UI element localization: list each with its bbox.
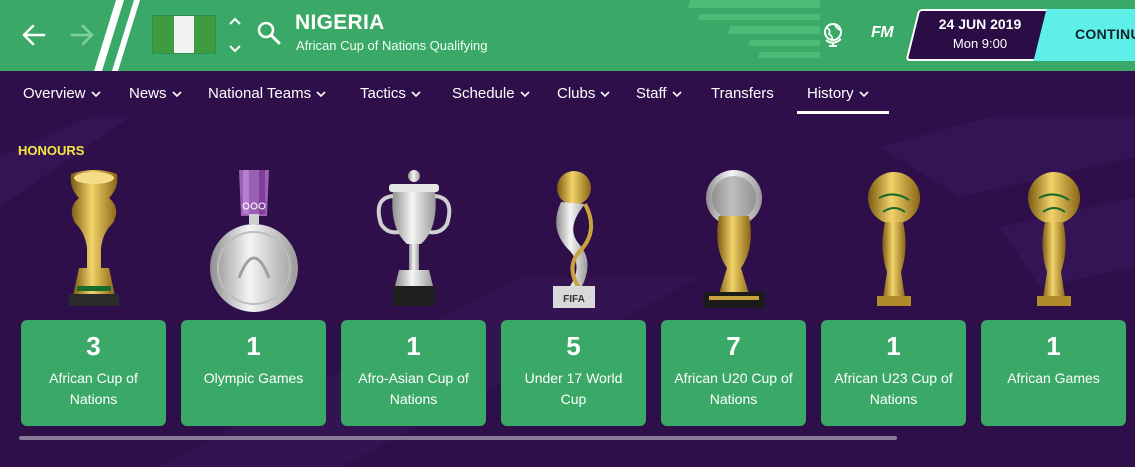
team-name: NIGERIA — [295, 11, 385, 34]
horizontal-scrollbar[interactable] — [19, 436, 897, 440]
chevron-down-icon — [411, 90, 421, 97]
game-date[interactable]: 24 JUN 2019 Mon 9:00 — [912, 16, 1048, 51]
honour-label: Olympic Games — [203, 370, 304, 386]
tab-label: Transfers — [711, 85, 774, 102]
fifa-u17-trophy-icon: FIFA — [553, 171, 595, 308]
honour-card-african-u23-cup[interactable]: 1 African U23 Cup of Nations — [821, 320, 966, 426]
honour-card-olympic-games[interactable]: 1 Olympic Games — [181, 320, 326, 426]
honour-count: 5 — [566, 331, 581, 361]
honour-count: 1 — [406, 331, 421, 361]
nigeria-flag — [152, 15, 216, 54]
tab-label: Clubs — [557, 85, 596, 102]
tab-label: Tactics — [360, 85, 406, 102]
tab-clubs[interactable]: Clubs — [557, 85, 610, 102]
competition-name[interactable]: African Cup of Nations Qualifying — [296, 38, 487, 53]
date-label: 24 JUN 2019 — [938, 16, 1022, 32]
honour-label: African Games — [1007, 370, 1100, 386]
honour-label: Under 17 World Cup — [524, 370, 623, 407]
chevron-down-icon — [859, 90, 869, 97]
african-games-trophy-icon — [1028, 172, 1080, 306]
honour-label: African Cup of Nations — [49, 370, 138, 407]
forward-arrow-icon[interactable] — [66, 18, 100, 52]
header-right-decoration — [688, 0, 820, 58]
honours-title: HONOURS — [18, 143, 85, 158]
tab-transfers[interactable]: Transfers — [711, 85, 774, 102]
active-tab-indicator — [797, 111, 889, 114]
tab-label: Overview — [23, 85, 86, 102]
tab-schedule[interactable]: Schedule — [452, 85, 530, 102]
honour-count: 1 — [1046, 331, 1061, 361]
honour-card-under-17-world-cup[interactable]: 5 Under 17 World Cup — [501, 320, 646, 426]
honour-count: 1 — [246, 331, 261, 361]
tab-label: History — [807, 85, 854, 102]
tab-overview[interactable]: Overview — [23, 85, 101, 102]
tab-label: Schedule — [452, 85, 515, 102]
honour-count: 1 — [886, 331, 901, 361]
honour-label: African U20 Cup of Nations — [674, 370, 793, 407]
fm-logo[interactable]: FM — [871, 24, 894, 42]
svg-text:FIFA: FIFA — [563, 294, 585, 305]
honour-label: Afro-Asian Cup of Nations — [358, 370, 469, 407]
chevron-down-icon — [90, 90, 101, 97]
chevron-down-icon — [316, 90, 326, 97]
honour-card-african-games[interactable]: 1 African Games — [981, 320, 1126, 426]
u23-trophy-icon — [868, 172, 920, 306]
tab-label: Staff — [636, 85, 667, 102]
honour-label: African U23 Cup of Nations — [834, 370, 953, 407]
cup-trophy-icon — [376, 170, 452, 306]
honour-card-african-cup-of-nations[interactable]: 3 African Cup of Nations — [21, 320, 166, 426]
chevron-down-icon — [519, 90, 530, 97]
honour-card-african-u20-cup[interactable]: 7 African U20 Cup of Nations — [661, 320, 806, 426]
chevron-down-icon — [600, 90, 610, 97]
honour-card-afro-asian-cup[interactable]: 1 Afro-Asian Cup of Nations — [341, 320, 486, 426]
u20-trophy-icon — [703, 170, 765, 308]
globe-icon[interactable] — [820, 20, 848, 48]
chevron-down-icon — [171, 90, 182, 97]
continue-button-label[interactable]: CONTINU — [1075, 26, 1135, 42]
time-label: Mon 9:00 — [952, 36, 1008, 51]
afcon-trophy-icon — [69, 170, 119, 306]
chevron-down-icon — [672, 90, 682, 97]
tab-tactics[interactable]: Tactics — [360, 85, 421, 102]
up-down-chevron-icon[interactable] — [226, 16, 244, 54]
search-icon[interactable] — [256, 20, 282, 46]
tab-history[interactable]: History — [807, 85, 869, 102]
tab-label: News — [129, 85, 167, 102]
tab-national-teams[interactable]: National Teams — [208, 85, 326, 102]
tab-news[interactable]: News — [129, 85, 182, 102]
olympic-medal-icon — [210, 170, 298, 312]
honour-count: 7 — [726, 331, 741, 361]
tab-bar: Overview News National Teams Tactics Sch… — [0, 71, 1135, 117]
back-arrow-icon[interactable] — [16, 18, 50, 52]
tab-label: National Teams — [208, 85, 312, 102]
honour-count: 3 — [86, 331, 101, 361]
tab-staff[interactable]: Staff — [636, 85, 682, 102]
